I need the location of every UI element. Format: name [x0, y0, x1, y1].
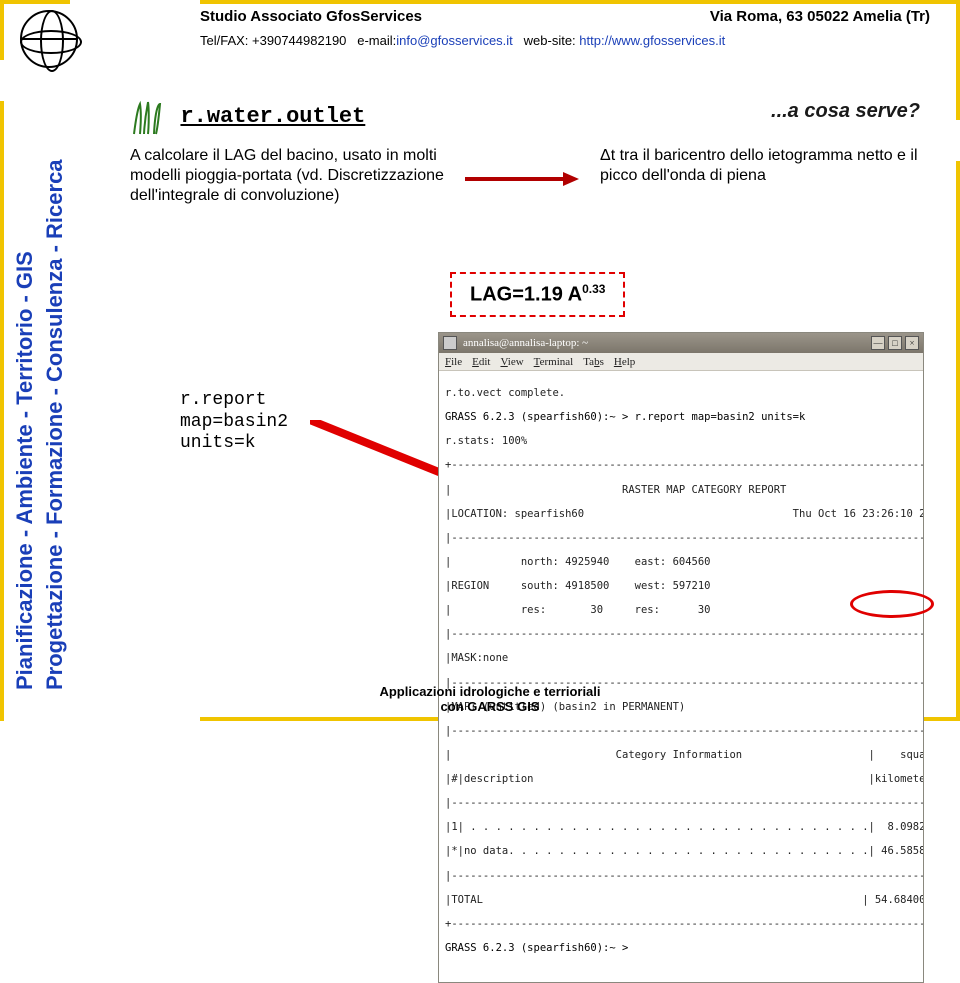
term-line: |1| . . . . . . . . . . . . . . . . . . …	[445, 821, 917, 833]
side-text-line2: Progettazione - Formazione - Consulenza …	[42, 130, 67, 690]
menu-tabs[interactable]: Tabs	[583, 356, 604, 368]
term-line: +---------------------------------------…	[445, 918, 917, 930]
menu-edit[interactable]: Edit	[472, 356, 490, 368]
subtitle-serve: ...a cosa serve?	[771, 100, 920, 123]
grass-logo-icon	[130, 100, 166, 136]
lag-formula-box: LAG=1.19 A0.33	[450, 272, 625, 317]
terminal-window: annalisa@annalisa-laptop: ~ — □ × File E…	[438, 332, 924, 983]
web-value: http://www.gfosservices.it	[579, 33, 725, 48]
terminal-app-icon	[443, 336, 457, 350]
rreport-line: r.report	[180, 390, 288, 412]
term-line: r.to.vect complete.	[445, 387, 917, 399]
term-line: |---------------------------------------…	[445, 870, 917, 882]
term-line: |#|description |kilometers|	[445, 773, 917, 785]
term-line: |MASK:none |	[445, 652, 917, 664]
menu-view[interactable]: View	[500, 356, 523, 368]
rreport-code: r.report map=basin2 units=k	[180, 390, 288, 455]
company-address: Via Roma, 63 05022 Amelia (Tr)	[710, 8, 930, 25]
term-line: GRASS 6.2.3 (spearfish60):~ > r.report m…	[445, 411, 917, 423]
globe-logo-icon	[20, 10, 78, 68]
decor-bar	[956, 161, 960, 721]
terminal-menubar: File Edit View Terminal Tabs Help	[439, 353, 923, 371]
slide-header: Studio Associato GfosServices Via Roma, …	[200, 8, 930, 48]
terminal-body: r.to.vect complete. GRASS 6.2.3 (spearfi…	[439, 371, 923, 982]
term-line: |LOCATION: spearfish60 Thu Oct 16 23:26:…	[445, 508, 917, 520]
command-title: r.water.outlet	[180, 104, 365, 129]
arrow-icon	[465, 172, 585, 186]
slide-footer: Applicazioni idrologiche e terrioriali c…	[300, 685, 680, 715]
web-label: web-site:	[524, 33, 576, 48]
term-line: | res: 30 res: 30 |	[445, 604, 917, 616]
menu-help[interactable]: Help	[614, 356, 635, 368]
footer-line2: con GARSS GIS	[300, 700, 680, 715]
menu-terminal[interactable]: Terminal	[534, 356, 574, 368]
footer-line1: Applicazioni idrologiche e terrioriali	[300, 685, 680, 700]
term-line: | RASTER MAP CATEGORY REPORT |	[445, 484, 917, 496]
description-left: A calcolare il LAG del bacino, usato in …	[130, 146, 450, 206]
decor-bar	[956, 0, 960, 120]
content-area: r.water.outlet ...a cosa serve? A calcol…	[130, 100, 920, 661]
term-line: |TOTAL | 54.684000|	[445, 894, 917, 906]
term-line: |REGION south: 4918500 west: 597210 |	[445, 580, 917, 592]
term-line: |---------------------------------------…	[445, 628, 917, 640]
term-line: |---------------------------------------…	[445, 725, 917, 737]
menu-file[interactable]: File	[445, 356, 462, 368]
term-line: |*|no data. . . . . . . . . . . . . . . …	[445, 845, 917, 857]
term-line: |---------------------------------------…	[445, 797, 917, 809]
email-value: info@gfosservices.it	[396, 33, 513, 48]
decor-bar	[200, 0, 960, 4]
decor-bar	[0, 101, 4, 721]
term-line: | north: 4925940 east: 604560 |	[445, 556, 917, 568]
decor-bar	[0, 0, 70, 4]
side-text-line1: Pianificazione - Ambiente - Territorio -…	[12, 130, 37, 690]
decor-bar	[0, 0, 4, 60]
company-name: Studio Associato GfosServices	[200, 8, 422, 25]
term-line: GRASS 6.2.3 (spearfish60):~ >	[445, 942, 917, 954]
term-line: |---------------------------------------…	[445, 532, 917, 544]
term-line: +---------------------------------------…	[445, 459, 917, 471]
rreport-line: units=k	[180, 433, 288, 455]
telfax-value: +390744982190	[252, 33, 346, 48]
term-line: | Category Information | square|	[445, 749, 917, 761]
description-right: Δt tra il baricentro dello ietogramma ne…	[600, 146, 920, 186]
email-label: e-mail:	[357, 33, 396, 48]
terminal-titlebar: annalisa@annalisa-laptop: ~ — □ ×	[439, 333, 923, 353]
maximize-button[interactable]: □	[888, 336, 902, 350]
slide-root: Studio Associato GfosServices Via Roma, …	[0, 0, 960, 721]
close-button[interactable]: ×	[905, 336, 919, 350]
term-line: r.stats: 100%	[445, 435, 917, 447]
terminal-title: annalisa@annalisa-laptop: ~	[463, 337, 588, 349]
lag-formula-exponent: 0.33	[582, 282, 605, 296]
minimize-button[interactable]: —	[871, 336, 885, 350]
rreport-line: map=basin2	[180, 412, 288, 434]
lag-formula-text: LAG=1.19 A	[470, 284, 582, 306]
telfax-label: Tel/FAX:	[200, 33, 248, 48]
